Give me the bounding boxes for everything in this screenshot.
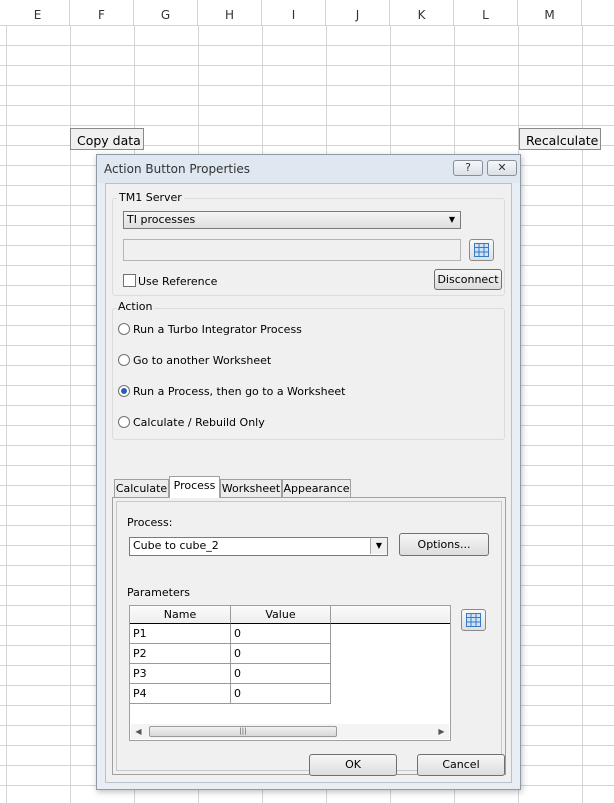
column-header-h[interactable]: H bbox=[198, 0, 262, 25]
parameters-grid[interactable]: Name Value P1 0 P2 0 P3 0 P4 0 ◀ ||| ▶ bbox=[129, 605, 451, 741]
server-select-value: TI processes bbox=[127, 213, 196, 226]
radio-calculate-rebuild[interactable] bbox=[118, 416, 130, 428]
reference-field[interactable] bbox=[123, 239, 461, 261]
action-button-properties-dialog: Action Button Properties ? ✕ TM1 Server … bbox=[96, 154, 521, 790]
column-header-i[interactable]: I bbox=[262, 0, 326, 25]
use-reference-label: Use Reference bbox=[138, 275, 218, 288]
param-value-cell[interactable]: 0 bbox=[231, 644, 331, 664]
tab-process[interactable]: Process bbox=[169, 476, 220, 498]
column-header-k[interactable]: K bbox=[390, 0, 454, 25]
options-button[interactable]: Options... bbox=[399, 533, 489, 556]
dropdown-arrow-icon: ▼ bbox=[448, 215, 456, 224]
close-icon[interactable]: ✕ bbox=[487, 160, 517, 176]
process-label: Process: bbox=[127, 516, 173, 529]
process-select-value: Cube to cube_2 bbox=[133, 539, 219, 552]
column-header-g[interactable]: G bbox=[134, 0, 198, 25]
radio-go-to-worksheet-label: Go to another Worksheet bbox=[133, 354, 272, 367]
process-tab-panel: Process: Cube to cube_2 ▼ Options... Par… bbox=[112, 497, 506, 775]
grid-picker-icon[interactable] bbox=[469, 239, 494, 261]
tab-calculate[interactable]: Calculate bbox=[114, 479, 169, 497]
tab-appearance[interactable]: Appearance bbox=[282, 479, 351, 497]
param-name-cell[interactable]: P2 bbox=[130, 644, 231, 664]
radio-run-ti-process-label: Run a Turbo Integrator Process bbox=[133, 323, 302, 336]
param-name-cell[interactable]: P3 bbox=[130, 664, 231, 684]
dialog-title: Action Button Properties bbox=[104, 162, 251, 176]
recalculate-button[interactable]: Recalculate bbox=[519, 128, 601, 150]
column-header-m[interactable]: M bbox=[518, 0, 582, 25]
column-header-filler bbox=[331, 606, 450, 624]
scrollbar-thumb[interactable]: ||| bbox=[149, 726, 337, 737]
disconnect-button[interactable]: Disconnect bbox=[434, 269, 502, 290]
scroll-right-icon[interactable]: ▶ bbox=[434, 724, 449, 739]
radio-calculate-rebuild-label: Calculate / Rebuild Only bbox=[133, 416, 265, 429]
column-header-value[interactable]: Value bbox=[231, 606, 331, 624]
param-value-cell[interactable]: 0 bbox=[231, 684, 331, 704]
grid-picker-icon[interactable] bbox=[461, 609, 486, 631]
radio-selected-dot bbox=[121, 388, 127, 394]
param-name-cell[interactable]: P4 bbox=[130, 684, 231, 704]
process-select[interactable]: Cube to cube_2 ▼ bbox=[129, 537, 388, 556]
dialog-client-area: TM1 Server TI processes ▼ Use Reference … bbox=[105, 183, 512, 783]
cancel-button[interactable]: Cancel bbox=[417, 754, 505, 776]
tab-worksheet[interactable]: Worksheet bbox=[220, 479, 282, 497]
column-header-row: E F G H I J K L M bbox=[0, 0, 614, 26]
process-tab-content: Process: Cube to cube_2 ▼ Options... Par… bbox=[116, 501, 502, 771]
param-value-cell[interactable]: 0 bbox=[231, 624, 331, 644]
radio-run-ti-process[interactable] bbox=[118, 323, 130, 335]
column-header-name[interactable]: Name bbox=[130, 606, 231, 624]
dropdown-arrow-icon: ▼ bbox=[370, 538, 387, 554]
column-header-f[interactable]: F bbox=[70, 0, 134, 25]
server-select[interactable]: TI processes ▼ bbox=[123, 211, 461, 229]
radio-run-process-then-worksheet[interactable] bbox=[118, 385, 130, 397]
radio-run-process-then-worksheet-label: Run a Process, then go to a Worksheet bbox=[133, 385, 346, 398]
horizontal-scrollbar[interactable]: ◀ ||| ▶ bbox=[131, 724, 449, 739]
help-icon[interactable]: ? bbox=[453, 160, 483, 176]
tm1-server-label: TM1 Server bbox=[117, 191, 184, 204]
parameters-label: Parameters bbox=[127, 586, 190, 599]
param-name-cell[interactable]: P1 bbox=[130, 624, 231, 644]
column-header-l[interactable]: L bbox=[454, 0, 518, 25]
ok-button[interactable]: OK bbox=[309, 754, 397, 776]
radio-go-to-worksheet[interactable] bbox=[118, 354, 130, 366]
column-header-e[interactable]: E bbox=[6, 0, 70, 25]
param-value-cell[interactable]: 0 bbox=[231, 664, 331, 684]
copy-data-button[interactable]: Copy data bbox=[70, 128, 144, 150]
use-reference-checkbox[interactable] bbox=[123, 274, 136, 287]
scroll-left-icon[interactable]: ◀ bbox=[131, 724, 146, 739]
column-header-j[interactable]: J bbox=[326, 0, 390, 25]
dialog-titlebar[interactable]: Action Button Properties ? ✕ bbox=[97, 155, 520, 183]
action-label: Action bbox=[116, 300, 155, 313]
